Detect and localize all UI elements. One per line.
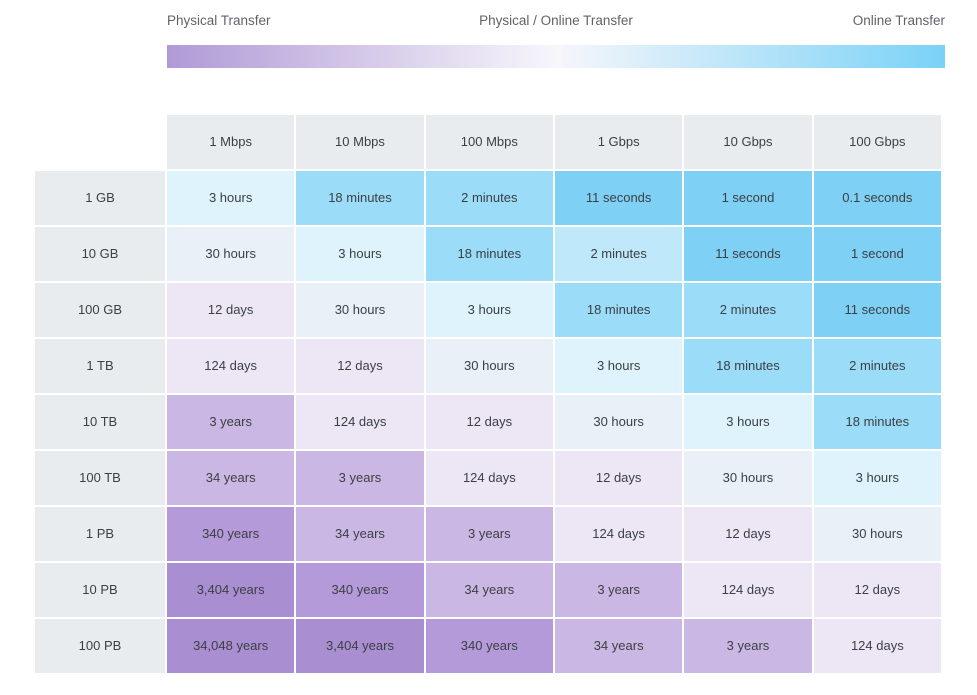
table-header: 1 Mbps 10 Mbps 100 Mbps 1 Gbps 10 Gbps 100 Gb…	[35, 115, 941, 169]
column-header-1: 10 Mbps	[296, 115, 424, 169]
matrix-cell: 124 days	[813, 619, 941, 673]
table-row: 100 PB 34,048 years 3,404 years 340 years 34…	[35, 619, 941, 673]
table-row: 10 PB 3,404 years 340 years 34 years 3 years…	[35, 563, 941, 617]
column-header-0: 1 Mbps	[167, 115, 295, 169]
row-header-0: 1 GB	[35, 171, 165, 225]
matrix-cell: 3 hours	[813, 451, 941, 505]
matrix-cell: 34 years	[554, 619, 683, 673]
table-corner-cell	[35, 115, 165, 169]
matrix-cell: 1 second	[813, 227, 941, 281]
column-header-5: 100 Gbps	[813, 115, 941, 169]
matrix-cell: 12 days	[554, 451, 683, 505]
matrix-cell: 30 hours	[684, 451, 812, 505]
matrix-cell: 34 years	[425, 563, 553, 617]
matrix-cell: 11 seconds	[684, 227, 812, 281]
matrix-cell: 124 days	[296, 395, 424, 449]
matrix-cell: 3 hours	[684, 395, 812, 449]
matrix-cell: 2 minutes	[813, 339, 941, 393]
matrix-cell: 340 years	[167, 507, 295, 561]
matrix-cell: 0.1 seconds	[813, 171, 941, 225]
matrix-cell: 30 hours	[296, 283, 424, 337]
column-header-3: 1 Gbps	[554, 115, 683, 169]
matrix-cell: 3,404 years	[167, 563, 295, 617]
matrix-cell: 11 seconds	[813, 283, 941, 337]
matrix-cell: 3 years	[554, 563, 683, 617]
column-header-4: 10 Gbps	[684, 115, 812, 169]
matrix-cell: 18 minutes	[425, 227, 553, 281]
row-header-7: 10 PB	[35, 563, 165, 617]
matrix-cell: 3 hours	[554, 339, 683, 393]
matrix-cell: 340 years	[425, 619, 553, 673]
row-header-1: 10 GB	[35, 227, 165, 281]
row-header-8: 100 PB	[35, 619, 165, 673]
page-root: Physical Transfer Physical / Online Tran…	[0, 0, 977, 695]
matrix-cell: 18 minutes	[296, 171, 424, 225]
matrix-cell: 340 years	[296, 563, 424, 617]
matrix-cell: 12 days	[813, 563, 941, 617]
table-row: 1 GB 3 hours 18 minutes 2 minutes 11 seconds…	[35, 171, 941, 225]
table-row: 100 TB 34 years 3 years 124 days 12 days 30 h…	[35, 451, 941, 505]
matrix-cell: 11 seconds	[554, 171, 683, 225]
matrix-cell: 1 second	[684, 171, 812, 225]
matrix-cell: 3 hours	[167, 171, 295, 225]
matrix-cell: 124 days	[684, 563, 812, 617]
table-body: 1 GB 3 hours 18 minutes 2 minutes 11 seconds…	[35, 171, 941, 673]
matrix-cell: 34,048 years	[167, 619, 295, 673]
matrix-cell: 2 minutes	[425, 171, 553, 225]
table-row: 10 GB 30 hours 3 hours 18 minutes 2 minutes 1…	[35, 227, 941, 281]
transfer-time-matrix: 1 Mbps 10 Mbps 100 Mbps 1 Gbps 10 Gbps 100 Gb…	[35, 115, 945, 673]
header-row: 1 Mbps 10 Mbps 100 Mbps 1 Gbps 10 Gbps 100 Gb…	[35, 115, 941, 169]
matrix-cell: 124 days	[425, 451, 553, 505]
matrix-cell: 3 years	[684, 619, 812, 673]
matrix-cell: 34 years	[167, 451, 295, 505]
matrix-cell: 124 days	[167, 339, 295, 393]
matrix-cell: 12 days	[167, 283, 295, 337]
transfer-mode-legend: Physical Transfer Physical / Online Tran…	[167, 10, 945, 68]
matrix-cell: 2 minutes	[684, 283, 812, 337]
matrix-cell: 3 hours	[425, 283, 553, 337]
matrix-cell: 3 years	[296, 451, 424, 505]
column-header-2: 100 Mbps	[425, 115, 553, 169]
matrix-cell: 30 hours	[813, 507, 941, 561]
row-header-3: 1 TB	[35, 339, 165, 393]
matrix-cell: 124 days	[554, 507, 683, 561]
matrix-cell: 3 years	[425, 507, 553, 561]
row-header-5: 100 TB	[35, 451, 165, 505]
matrix-cell: 30 hours	[425, 339, 553, 393]
transfer-time-table: 1 Mbps 10 Mbps 100 Mbps 1 Gbps 10 Gbps 100 Gb…	[33, 113, 943, 675]
matrix-cell: 18 minutes	[554, 283, 683, 337]
legend-label-online: Online Transfer	[852, 13, 945, 28]
matrix-cell: 3 years	[167, 395, 295, 449]
table-row: 1 TB 124 days 12 days 30 hours 3 hours 18 min…	[35, 339, 941, 393]
legend-label-physical: Physical Transfer	[167, 13, 271, 28]
matrix-cell: 30 hours	[167, 227, 295, 281]
matrix-cell: 18 minutes	[813, 395, 941, 449]
matrix-cell: 34 years	[296, 507, 424, 561]
table-row: 1 PB 340 years 34 years 3 years 124 days 12 d…	[35, 507, 941, 561]
legend-gradient-bar	[167, 45, 945, 68]
matrix-cell: 12 days	[425, 395, 553, 449]
matrix-cell: 12 days	[684, 507, 812, 561]
matrix-cell: 3,404 years	[296, 619, 424, 673]
matrix-cell: 18 minutes	[684, 339, 812, 393]
legend-labels: Physical Transfer Physical / Online Tran…	[167, 10, 945, 32]
table-row: 10 TB 3 years 124 days 12 days 30 hours 3 hou…	[35, 395, 941, 449]
legend-label-physical-online: Physical / Online Transfer	[479, 13, 633, 28]
row-header-2: 100 GB	[35, 283, 165, 337]
row-header-6: 1 PB	[35, 507, 165, 561]
matrix-cell: 12 days	[296, 339, 424, 393]
row-header-4: 10 TB	[35, 395, 165, 449]
table-row: 100 GB 12 days 30 hours 3 hours 18 minutes 2 …	[35, 283, 941, 337]
matrix-cell: 3 hours	[296, 227, 424, 281]
matrix-cell: 30 hours	[554, 395, 683, 449]
matrix-cell: 2 minutes	[554, 227, 683, 281]
